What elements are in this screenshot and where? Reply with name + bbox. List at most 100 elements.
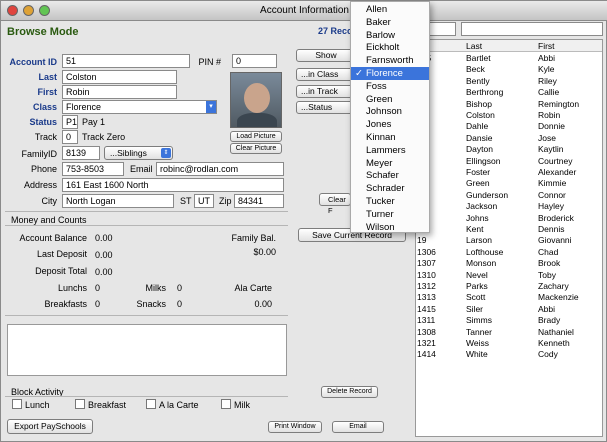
table-row[interactable]: 13GreenKimmie: [416, 178, 602, 189]
menu-item[interactable]: Foss: [351, 80, 429, 93]
table-row[interactable]: 1415 Siler Abbi: [416, 304, 602, 315]
table-row[interactable]: 20EllingsonCourtney: [416, 156, 602, 167]
table-row[interactable]: 25BeckKyle: [416, 64, 602, 75]
track-number-field[interactable]: 0: [62, 130, 78, 144]
table-row[interactable]: 10DaytonKaytlin: [416, 144, 602, 155]
class-popup-menu[interactable]: Allen Baker Barlow Eickholt Farnsworth ✓ Flore…: [350, 1, 430, 233]
menu-item[interactable]: Baker: [351, 16, 429, 29]
table-row[interactable]: 03GundersonConnor: [416, 190, 602, 201]
list-header-first: First: [538, 41, 555, 51]
table-row[interactable]: 25BentlyRiley: [416, 76, 602, 87]
first-name-field[interactable]: Robin: [62, 85, 177, 99]
clear-find-button[interactable]: Clear F: [319, 193, 351, 215]
table-row[interactable]: 16KentDennis: [416, 224, 602, 235]
lunches-value: 0: [95, 283, 101, 293]
menu-item[interactable]: Wilson: [351, 221, 429, 234]
menu-item[interactable]: Allen: [351, 3, 429, 16]
block-breakfast-checkbox[interactable]: [75, 399, 85, 409]
cell-id: 1415: [417, 303, 436, 314]
table-row[interactable]: 27DansieJose: [416, 133, 602, 144]
cell-last: Weiss: [466, 338, 489, 348]
table-row[interactable]: 1308 Tanner Nathaniel: [416, 327, 602, 338]
cell-first: Giovanni: [538, 235, 572, 246]
print-window-button[interactable]: Print Window: [268, 421, 322, 433]
menu-item[interactable]: Schafer: [351, 169, 429, 182]
menu-item[interactable]: Green: [351, 93, 429, 106]
class-field[interactable]: Florence: [62, 100, 217, 114]
class-dropdown-arrow-icon[interactable]: ▾: [206, 101, 216, 113]
last-name-field[interactable]: Colston: [62, 70, 177, 84]
table-row[interactable]: 1306 Lofthouse Chad: [416, 247, 602, 258]
city-field[interactable]: North Logan: [62, 194, 174, 208]
familyid-field[interactable]: 8139: [62, 146, 100, 160]
menu-item[interactable]: Barlow: [351, 29, 429, 42]
menu-item[interactable]: Johnson: [351, 105, 429, 118]
email-field[interactable]: robinc@rodlan.com: [156, 162, 284, 176]
menu-item[interactable]: Schrader: [351, 182, 429, 195]
last-name-label: Last: [38, 72, 57, 82]
cell-last: Bishop: [466, 98, 492, 109]
table-row[interactable]: 03DahleDonnie: [416, 121, 602, 132]
class-label: Class: [32, 102, 57, 112]
in-class-button[interactable]: ...in Class: [296, 68, 354, 81]
table-row[interactable]: 1321 Weiss Kenneth: [416, 338, 602, 349]
table-row[interactable]: 21JacksonHayley: [416, 201, 602, 212]
menu-item[interactable]: Kinnan: [351, 131, 429, 144]
menu-item[interactable]: Jones: [351, 118, 429, 131]
cell-first: Jose: [538, 132, 556, 143]
pin-field[interactable]: 0: [232, 54, 277, 68]
menu-item[interactable]: Turner: [351, 208, 429, 221]
last-deposit-label: Last Deposit: [36, 249, 87, 259]
block-lunch-checkbox[interactable]: [12, 399, 22, 409]
export-payschools-button[interactable]: Export PaySchools: [7, 419, 93, 434]
state-field[interactable]: UT: [194, 194, 214, 208]
table-row[interactable]: Colston Robin: [416, 110, 602, 121]
menu-item[interactable]: Eickholt: [351, 41, 429, 54]
address-field[interactable]: 161 East 1600 North: [62, 178, 284, 192]
student-list[interactable]: Last First 305BartletAbbi25BeckKyle25Ben…: [415, 39, 603, 437]
menu-item[interactable]: Lammers: [351, 144, 429, 157]
menu-item[interactable]: Tucker: [351, 195, 429, 208]
table-row[interactable]: 29FosterAlexander: [416, 167, 602, 178]
account-id-field[interactable]: 51: [62, 54, 190, 68]
table-row[interactable]: 17BishopRemington: [416, 99, 602, 110]
table-row[interactable]: 1414 White Cody: [416, 349, 602, 360]
table-row[interactable]: 1311 Simms Brady: [416, 315, 602, 326]
address-label: Address: [23, 180, 57, 190]
table-row[interactable]: 19 Larson Giovanni: [416, 235, 602, 246]
siblings-button[interactable]: ...Siblings ⇕: [104, 146, 173, 160]
title-bar[interactable]: Account Information: [1, 1, 607, 21]
notes-textarea[interactable]: [7, 324, 287, 376]
show-button[interactable]: Show: [296, 49, 356, 62]
email-button[interactable]: Email: [332, 421, 384, 433]
clear-picture-button[interactable]: Clear Picture: [230, 143, 282, 154]
table-row[interactable]: 08JohnsBroderick: [416, 213, 602, 224]
status-button[interactable]: ...Status: [296, 101, 354, 114]
menu-item-label: Turner: [366, 208, 394, 220]
table-row[interactable]: 305BartletAbbi: [416, 53, 602, 64]
table-row[interactable]: 1312 Parks Zachary: [416, 281, 602, 292]
table-row[interactable]: 1313 Scott Mackenzie: [416, 292, 602, 303]
menu-item[interactable]: ✓ Florence: [351, 67, 429, 80]
menu-item-label: Schrader: [366, 183, 405, 195]
delete-record-button[interactable]: Delete Record: [321, 386, 378, 398]
phone-field[interactable]: 753-8503: [62, 162, 124, 176]
load-picture-button[interactable]: Load Picture: [230, 131, 282, 142]
window-title: Account Information: [260, 5, 349, 16]
menu-item-label: Allen: [366, 4, 388, 15]
lunches-label: Lunchs: [57, 283, 87, 293]
table-row[interactable]: 1307 Monson Brook: [416, 258, 602, 269]
search-first-field[interactable]: [461, 22, 603, 36]
zip-field[interactable]: 84341: [234, 194, 284, 208]
block-alacarte-checkbox[interactable]: [146, 399, 156, 409]
menu-item-label: Lammers: [366, 144, 406, 156]
menu-item[interactable]: Farnsworth: [351, 54, 429, 67]
cell-id: 1306: [417, 246, 436, 257]
status-code-field[interactable]: P1: [62, 115, 78, 129]
table-row[interactable]: 1310 Nevel Toby: [416, 270, 602, 281]
cell-first: Alexander: [538, 167, 577, 177]
menu-item[interactable]: Meyer: [351, 157, 429, 170]
table-row[interactable]: 8BerthrongCallie: [416, 87, 602, 98]
block-milk-checkbox[interactable]: [221, 399, 231, 409]
in-track-button[interactable]: ...in Track: [296, 85, 354, 98]
